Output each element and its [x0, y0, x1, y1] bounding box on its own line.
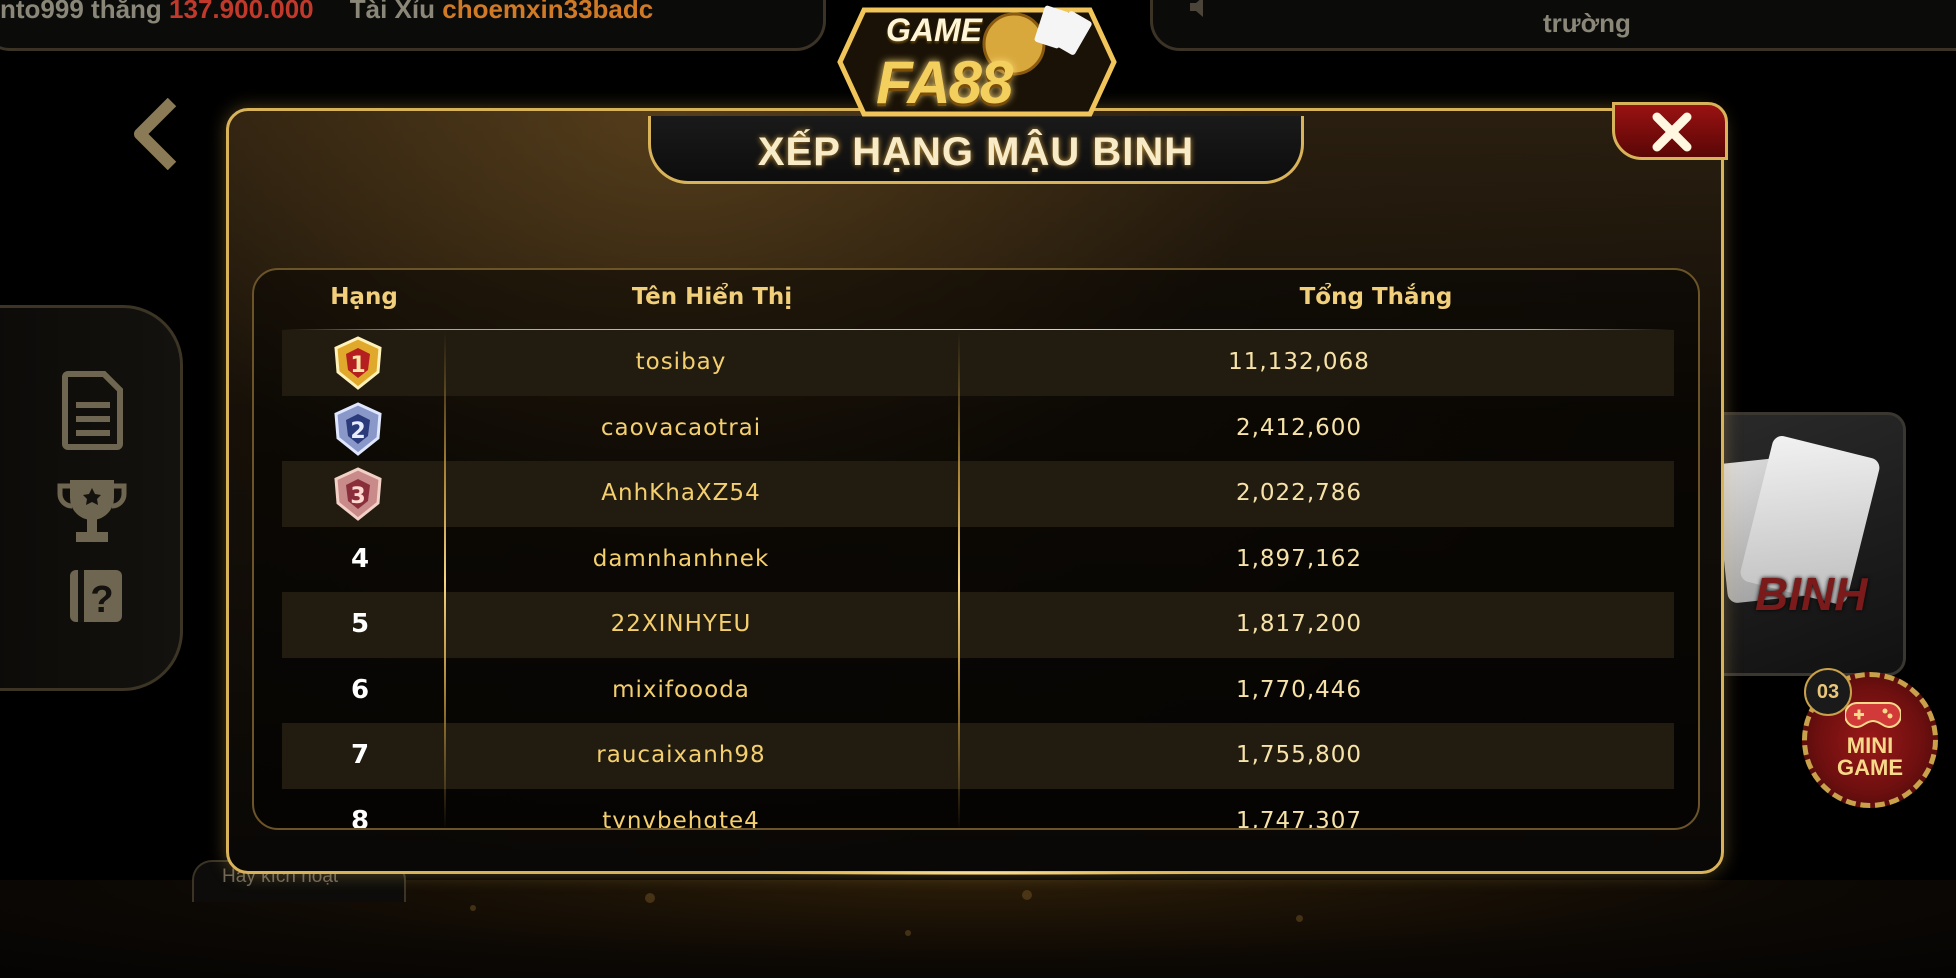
- mau-binh-game-card[interactable]: BINH: [1700, 412, 1906, 676]
- table-row[interactable]: 8 tynvbehgte4 1,747,307: [282, 789, 1674, 829]
- svg-text:1: 1: [350, 353, 365, 378]
- table-row[interactable]: 5 22XINHYEU 1,817,200: [282, 592, 1674, 658]
- player-name: tosibay: [635, 349, 727, 375]
- rank-number: 8: [350, 805, 370, 829]
- table-row[interactable]: 2 caovacaotrai 2,412,600: [282, 396, 1674, 462]
- game-card-label: BINH: [1755, 568, 1868, 620]
- game-logo: GAME FA88: [834, 0, 1120, 126]
- trophy-icon[interactable]: [56, 476, 128, 548]
- table-row[interactable]: 4 damnhanhnek 1,897,162: [282, 527, 1674, 593]
- winner-ticker-text: nto999 thắng 137.900.000 Tài Xỉu choemxi…: [0, 0, 654, 24]
- table-row[interactable]: 1 tosibay 11,132,068: [282, 330, 1674, 396]
- notice-ticker-text: trường: [1543, 8, 1631, 38]
- back-arrow-icon[interactable]: [132, 98, 182, 170]
- rank-number: 7: [350, 740, 370, 770]
- svg-text:2: 2: [350, 419, 365, 444]
- column-divider: [444, 332, 446, 830]
- gamepad-icon: [1845, 702, 1901, 729]
- sparkle: [1296, 915, 1303, 922]
- document-icon[interactable]: [62, 370, 124, 450]
- column-header-total: Tổng Thắng: [1299, 284, 1453, 310]
- total-winnings: 1,755,800: [1235, 742, 1363, 768]
- table-row[interactable]: 6 mixifoooda 1,770,446: [282, 658, 1674, 724]
- modal-title: XẾP HẠNG MẬU BINH: [757, 130, 1195, 174]
- logo-text-game: GAME: [886, 12, 982, 48]
- total-winnings: 1,747,307: [1235, 807, 1363, 829]
- rank-number: 4: [350, 543, 370, 574]
- column-header-name: Tên Hiển Thị: [631, 284, 793, 310]
- sparkle: [905, 930, 911, 936]
- svg-text:?: ?: [90, 579, 113, 621]
- svg-text:3: 3: [350, 484, 365, 509]
- total-winnings: 1,770,446: [1235, 676, 1363, 703]
- player-name: tynvbehgte4: [602, 807, 760, 829]
- sparkle: [645, 893, 655, 903]
- sparkle: [470, 905, 476, 911]
- close-button[interactable]: [1612, 102, 1728, 160]
- gold-medal-icon: 1: [282, 330, 438, 395]
- table-row[interactable]: 7 raucaixanh98 1,755,800: [282, 723, 1674, 789]
- mini-game-count-badge: 03: [1804, 668, 1852, 716]
- rank-number: 5: [350, 609, 370, 639]
- modal-bottom-glow: [729, 871, 1229, 875]
- player-name: damnhanhnek: [592, 545, 770, 572]
- total-winnings: 2,412,600: [1235, 414, 1363, 441]
- bronze-medal-icon: 3: [282, 461, 438, 526]
- total-winnings: 2,022,786: [1235, 480, 1363, 506]
- total-winnings: 11,132,068: [1228, 349, 1370, 375]
- speaker-icon[interactable]: [1188, 0, 1214, 18]
- total-winnings: 1,817,200: [1235, 611, 1363, 637]
- mini-game-label: MINI GAME: [1837, 733, 1903, 780]
- rank-number: 6: [350, 674, 370, 705]
- silver-medal-icon: 2: [282, 396, 438, 461]
- close-icon: [1652, 112, 1692, 152]
- help-icon[interactable]: ?: [68, 568, 124, 624]
- logo-text-brand: FA88: [876, 49, 1013, 116]
- player-name: raucaixanh98: [596, 742, 766, 768]
- table-row[interactable]: 3 AnhKhaXZ54 2,022,786: [282, 461, 1674, 527]
- sparkle: [1022, 890, 1032, 900]
- modal-title-bar: XẾP HẠNG MẬU BINH: [648, 116, 1304, 184]
- column-divider: [958, 332, 960, 830]
- leaderboard-rows[interactable]: 1 tosibay 11,132,068 2 caovacaotrai 2,412,600…: [282, 330, 1674, 828]
- total-winnings: 1,897,162: [1235, 545, 1363, 572]
- player-name: mixifoooda: [612, 676, 750, 703]
- player-name: caovacaotrai: [600, 414, 762, 441]
- column-header-rank: Hạng: [330, 284, 398, 310]
- player-name: 22XINHYEU: [610, 611, 752, 637]
- player-name: AnhKhaXZ54: [601, 480, 761, 506]
